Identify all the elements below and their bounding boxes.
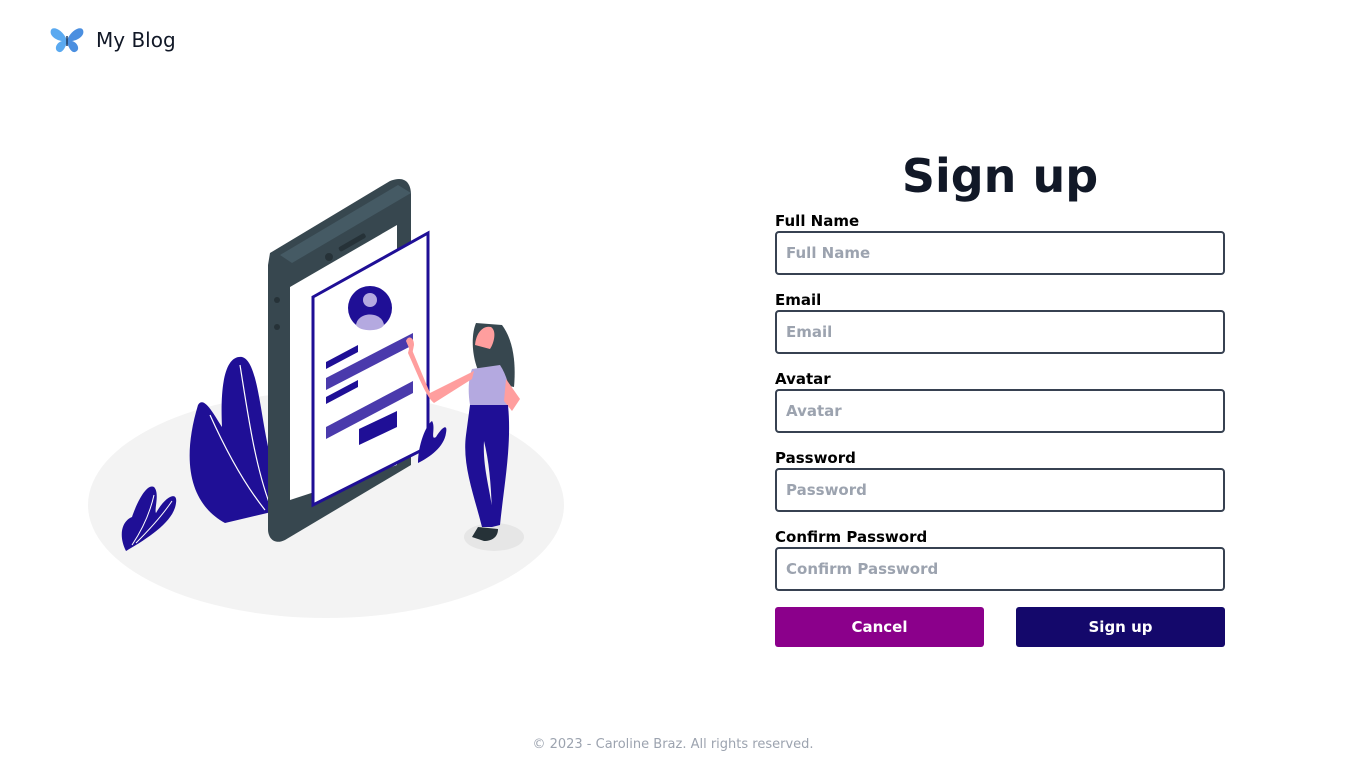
page-title: Sign up [901,149,1099,203]
sign-up-button[interactable]: Sign up [1016,607,1225,647]
confirm-password-label: Confirm Password [775,528,928,546]
header: My Blog [50,26,176,54]
password-input[interactable] [775,468,1225,512]
email-field: Email [775,291,1225,354]
email-label: Email [775,291,822,309]
signup-form: Sign up Full Name Email Avatar Password … [775,148,1225,647]
form-actions: Cancel Sign up [775,607,1225,647]
password-label: Password [775,449,856,467]
avatar-label: Avatar [775,370,831,388]
confirm-password-field: Confirm Password [775,528,1225,591]
phone-signup-illustration [88,178,564,618]
full-name-label: Full Name [775,212,860,230]
brand-title[interactable]: My Blog [96,28,176,52]
full-name-input[interactable] [775,231,1225,275]
confirm-password-input[interactable] [775,547,1225,591]
password-field: Password [775,449,1225,512]
cancel-button[interactable]: Cancel [775,607,984,647]
footer-copyright: © 2023 - Caroline Braz. All rights reser… [532,737,814,752]
full-name-field: Full Name [775,212,1225,275]
email-input[interactable] [775,310,1225,354]
butterfly-icon[interactable] [50,26,84,54]
avatar-field: Avatar [775,370,1225,433]
avatar-input[interactable] [775,389,1225,433]
